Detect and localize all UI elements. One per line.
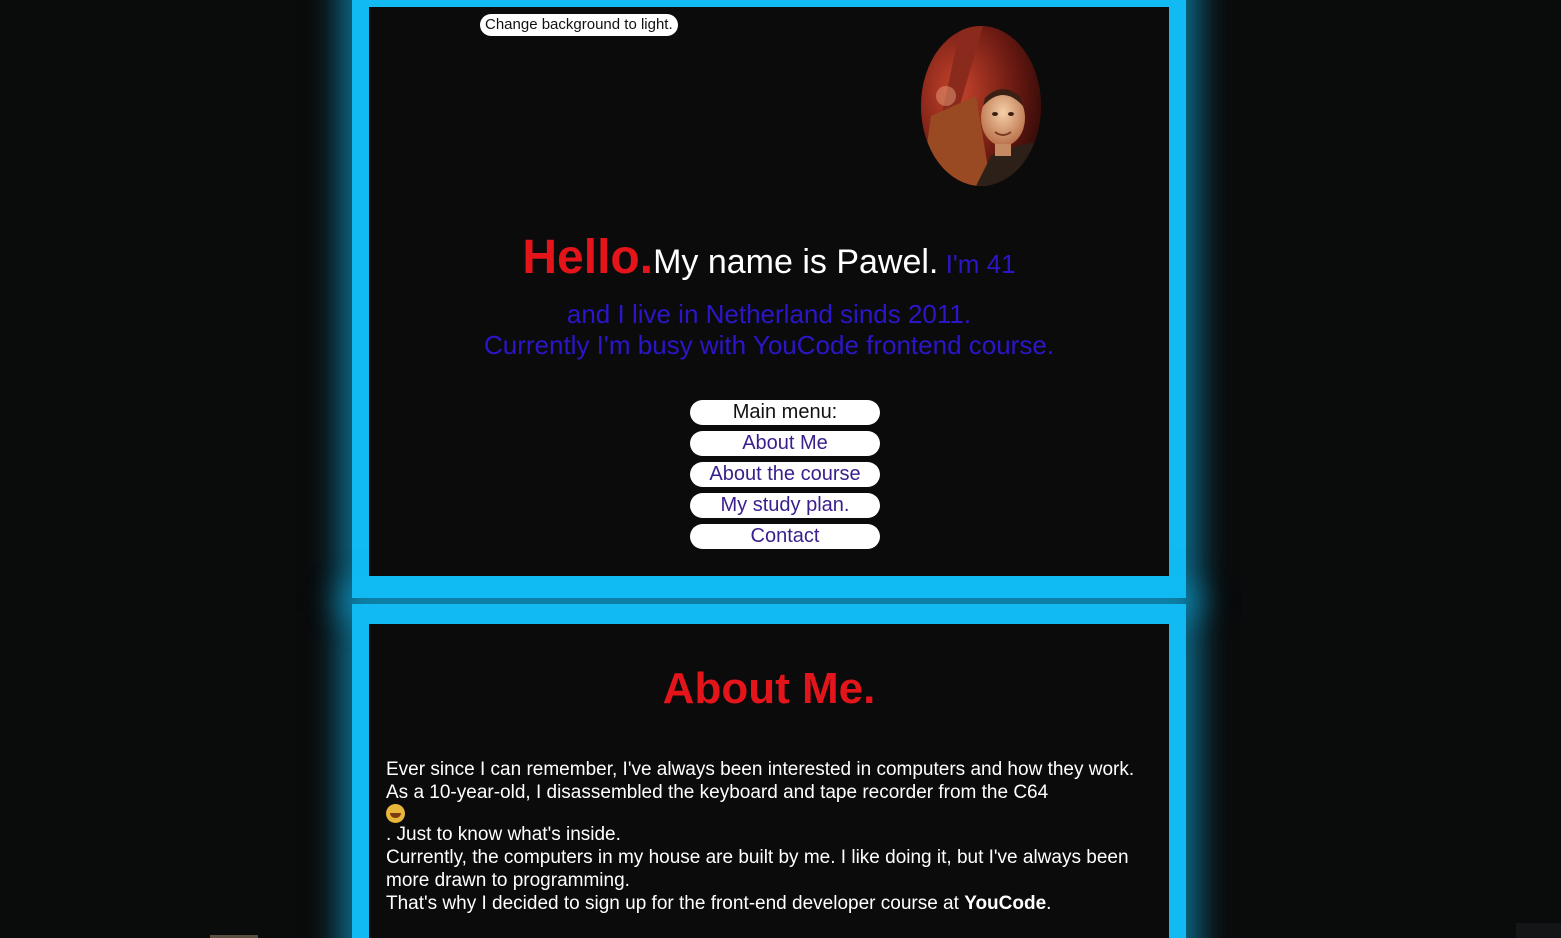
about-paragraph-2: As a 10-year-old, I disassembled the key… bbox=[386, 781, 1161, 846]
greeting-course: Currently I'm busy with YouCode frontend… bbox=[483, 330, 1055, 360]
about-paragraph-2-end: . Just to know what's inside. bbox=[386, 824, 621, 845]
avatar-image bbox=[921, 26, 1041, 186]
avatar bbox=[921, 26, 1041, 186]
main-menu: Main menu: About Me About the course My … bbox=[690, 400, 880, 555]
greeting-location: and I live in Netherland sinds 2011. bbox=[566, 299, 972, 329]
menu-item-study-plan[interactable]: My study plan. bbox=[690, 493, 880, 518]
theme-toggle-button[interactable]: Change background to light. bbox=[480, 14, 678, 36]
greeting-hello: Hello. bbox=[522, 231, 654, 284]
bottom-right-mark bbox=[1516, 923, 1561, 938]
page: Change background to light. Hello.My nam… bbox=[0, 0, 1561, 938]
greeting-first-line: Hello.My name is Pawel. I'm 41 bbox=[369, 228, 1169, 299]
about-paragraph-4: That's why I decided to sign up for the … bbox=[386, 892, 1161, 915]
grinning-sweat-emoji-icon bbox=[386, 804, 405, 823]
menu-item-contact[interactable]: Contact bbox=[690, 524, 880, 549]
about-paragraph-3: Currently, the computers in my house are… bbox=[386, 847, 1129, 891]
greeting: Hello.My name is Pawel. I'm 41 and I liv… bbox=[369, 228, 1169, 361]
menu-item-about-me[interactable]: About Me bbox=[690, 431, 880, 456]
about-paragraph-4-end: . bbox=[1046, 893, 1052, 914]
youcode-brand: YouCode bbox=[964, 893, 1047, 914]
greeting-name: My name is Pawel. bbox=[653, 243, 939, 281]
greeting-age: I'm 41 bbox=[938, 249, 1016, 279]
main-menu-heading: Main menu: bbox=[690, 400, 880, 425]
about-paragraph-2-start: As a 10-year-old, I disassembled the key… bbox=[386, 782, 1049, 803]
about-paragraph-1: Ever since I can remember, I've always b… bbox=[386, 759, 1135, 780]
about-title: About Me. bbox=[662, 664, 876, 713]
about-text: Ever since I can remember, I've always b… bbox=[386, 758, 1161, 915]
about-paragraph-4-start: That's why I decided to sign up for the … bbox=[386, 893, 965, 914]
menu-item-about-course[interactable]: About the course bbox=[690, 462, 880, 487]
